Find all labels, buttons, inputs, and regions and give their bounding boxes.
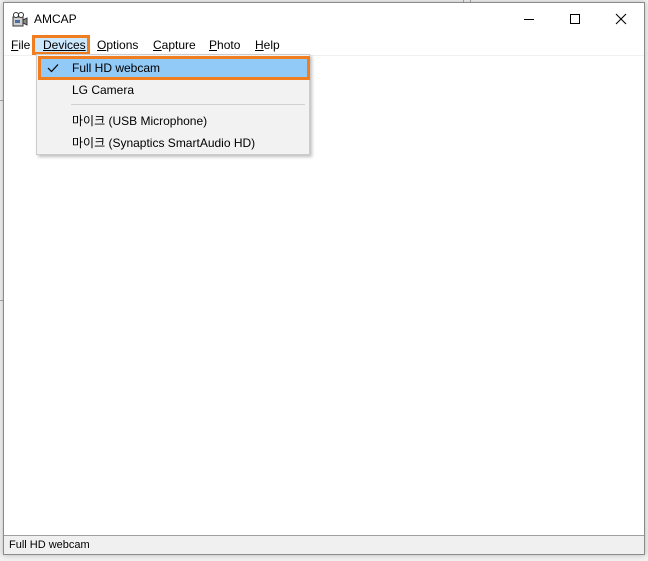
menu-photo[interactable]: Photo bbox=[209, 38, 240, 52]
close-button[interactable] bbox=[598, 3, 644, 35]
status-bar: Full HD webcam bbox=[4, 535, 644, 554]
menu-item-synaptics-microphone[interactable]: 마이크 (Synaptics SmartAudio HD) bbox=[39, 130, 307, 152]
minimize-icon bbox=[524, 19, 534, 20]
menu-item-label: Full HD webcam bbox=[72, 61, 161, 75]
close-icon bbox=[615, 13, 627, 25]
menu-item-label: 마이크 (Synaptics SmartAudio HD) bbox=[72, 136, 256, 150]
menu-options[interactable]: Options bbox=[97, 38, 138, 52]
menu-capture[interactable]: Capture bbox=[153, 38, 196, 52]
camcorder-icon bbox=[12, 12, 28, 27]
menu-bar: File Devices Options Capture Photo Help bbox=[4, 35, 644, 56]
menu-item-label: LG Camera bbox=[72, 83, 135, 97]
menu-item-usb-microphone[interactable]: 마이크 (USB Microphone) bbox=[39, 108, 307, 130]
menu-separator bbox=[71, 104, 305, 105]
window-title: AMCAP bbox=[34, 12, 77, 26]
devices-dropdown-menu: Full HD webcam LG Camera 마이크 (USB Microp… bbox=[36, 54, 310, 155]
menu-item-full-hd-webcam[interactable]: Full HD webcam bbox=[38, 56, 310, 80]
menu-item-label: 마이크 (USB Microphone) bbox=[72, 114, 208, 128]
checkmark-icon bbox=[47, 64, 59, 73]
menu-devices[interactable]: Devices bbox=[43, 38, 86, 52]
minimize-button[interactable] bbox=[506, 3, 552, 35]
status-text: Full HD webcam bbox=[9, 539, 90, 551]
maximize-button[interactable] bbox=[552, 3, 598, 35]
menu-item-lg-camera[interactable]: LG Camera bbox=[39, 79, 307, 101]
maximize-icon bbox=[570, 14, 580, 24]
menu-help[interactable]: Help bbox=[255, 38, 280, 52]
title-bar[interactable]: AMCAP bbox=[4, 3, 644, 35]
menu-file[interactable]: File bbox=[11, 38, 30, 52]
